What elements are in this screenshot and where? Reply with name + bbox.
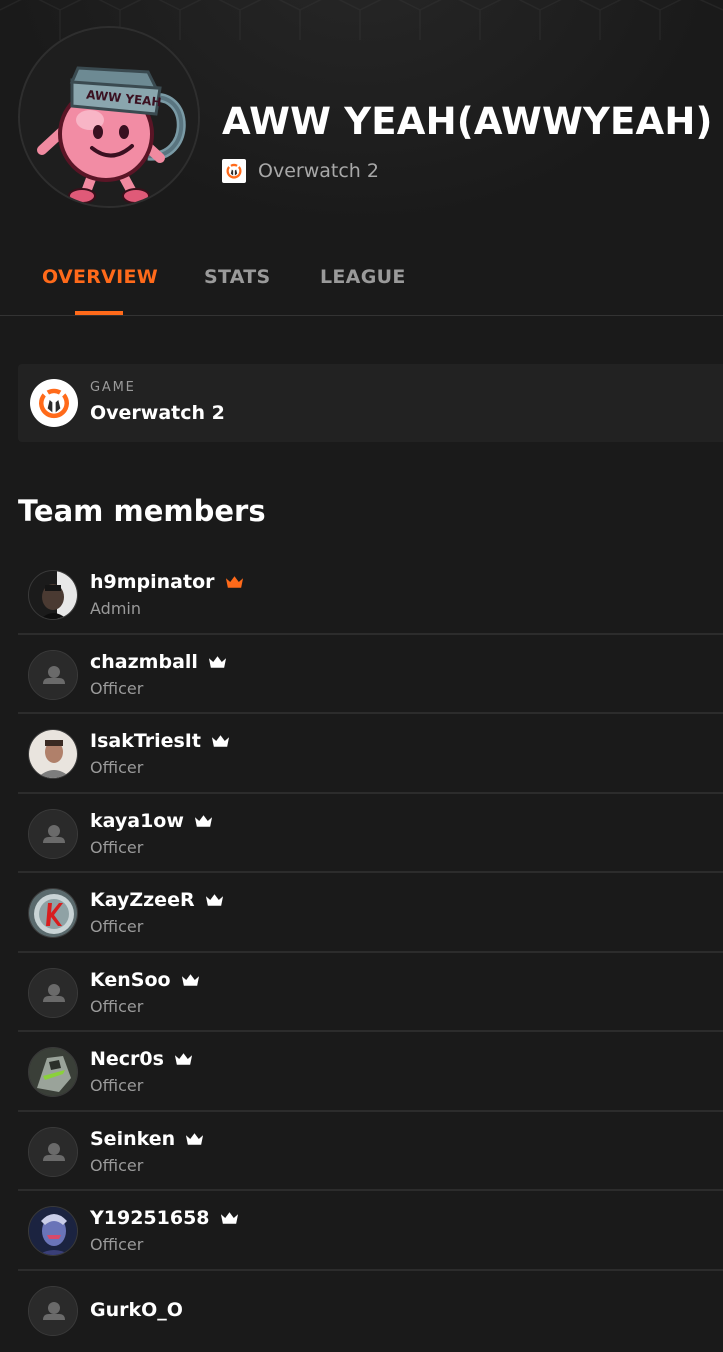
crown-icon <box>220 1212 238 1224</box>
member-role: Officer <box>90 837 144 857</box>
member-row[interactable]: Y19251658 Officer <box>18 1191 723 1271</box>
tab-stats[interactable]: STATS <box>204 266 271 288</box>
member-role: Officer <box>90 996 144 1016</box>
member-name: KenSoo <box>90 968 171 991</box>
member-name: chazmball <box>90 650 198 673</box>
team-members-heading: Team members <box>18 494 266 528</box>
member-name: GurkO_O <box>90 1298 183 1321</box>
game-card-value: Overwatch 2 <box>90 402 225 424</box>
game-card[interactable]: GAME Overwatch 2 <box>18 364 723 442</box>
team-members-list: h9mpinator Admin chazmball Officer IsakT… <box>18 555 723 1350</box>
team-name: AWW YEAH(AWWYEAH) <box>222 100 713 143</box>
default-user-icon <box>28 649 78 700</box>
member-row[interactable]: kaya1ow Officer <box>18 794 723 873</box>
crown-icon <box>208 655 226 668</box>
game-card-label: GAME <box>90 380 136 395</box>
crown-icon <box>205 894 223 906</box>
team-game[interactable]: Overwatch 2 <box>222 158 379 184</box>
member-role: Officer <box>90 917 144 936</box>
member-row[interactable]: Necr0s Officer <box>18 1032 723 1112</box>
member-role: Officer <box>90 758 144 777</box>
default-user-icon <box>28 808 78 859</box>
team-game-label: Overwatch 2 <box>258 160 379 182</box>
member-avatar <box>28 729 78 779</box>
member-name: kaya1ow <box>90 809 184 832</box>
member-avatar <box>28 570 78 620</box>
crown-icon <box>181 973 199 986</box>
member-avatar <box>28 1047 78 1097</box>
overwatch-icon <box>30 379 78 427</box>
member-avatar <box>28 888 78 938</box>
member-name: Y19251658 <box>90 1207 210 1229</box>
member-name: IsakTriesIt <box>90 730 201 752</box>
member-role: Officer <box>90 1076 144 1095</box>
member-name: h9mpinator <box>90 571 215 593</box>
active-tab-indicator <box>75 311 123 315</box>
default-user-icon <box>28 967 78 1018</box>
member-row[interactable]: KayZzeeR Officer <box>18 873 723 953</box>
member-role: Officer <box>90 1155 144 1175</box>
team-logo: AWW YEAH <box>18 26 200 208</box>
tab-overview[interactable]: OVERVIEW <box>42 266 158 288</box>
member-row[interactable]: chazmball Officer <box>18 635 723 714</box>
crown-icon <box>194 814 212 827</box>
default-user-icon <box>28 1126 78 1177</box>
tab-league[interactable]: LEAGUE <box>320 266 406 288</box>
crown-icon <box>174 1053 193 1065</box>
profile-tabs: OVERVIEW STATS LEAGUE <box>0 250 723 316</box>
member-role: Officer <box>90 678 144 698</box>
kool-aid-mascot-icon: AWW YEAH <box>20 28 198 206</box>
member-name: KayZzeeR <box>90 889 195 911</box>
overwatch-icon <box>222 159 246 183</box>
member-row[interactable]: KenSoo Officer <box>18 953 723 1032</box>
member-row[interactable]: h9mpinator Admin <box>18 555 723 635</box>
member-name: Necr0s <box>90 1048 164 1070</box>
member-role: Admin <box>90 599 141 618</box>
member-role: Officer <box>90 1235 144 1254</box>
member-name: Seinken <box>90 1127 176 1150</box>
crown-icon <box>186 1132 204 1145</box>
member-row[interactable]: Seinken Officer <box>18 1112 723 1191</box>
member-row[interactable]: GurkO_O <box>18 1271 723 1351</box>
team-header: AWW YEAH AWW YEAH(AWWYEAH) Overwatch 2 <box>0 0 723 230</box>
default-user-icon <box>28 1285 78 1336</box>
member-avatar <box>28 1206 78 1256</box>
member-row[interactable]: IsakTriesIt Officer <box>18 714 723 794</box>
crown-icon <box>211 735 230 747</box>
crown-icon <box>225 576 243 588</box>
